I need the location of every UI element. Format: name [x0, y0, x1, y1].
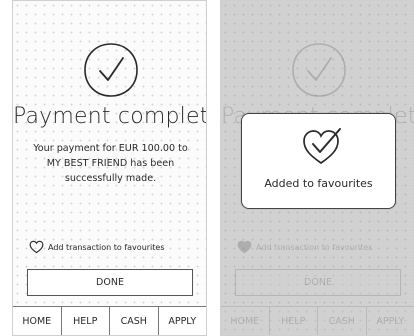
nav-home[interactable]: HOME: [13, 307, 62, 335]
add-to-favourites-toggle[interactable]: Add transaction to favourites: [29, 238, 165, 256]
favourite-added-modal[interactable]: Added to favourites: [241, 113, 396, 209]
heart-check-icon: [303, 128, 341, 165]
heart-icon[interactable]: [29, 240, 44, 254]
bottom-nav: HOME HELP CASH APPLY: [13, 306, 206, 335]
done-button[interactable]: DONE: [27, 269, 193, 296]
favourites-label: Add transaction to favourites: [48, 242, 165, 252]
nav-help[interactable]: HELP: [62, 307, 110, 335]
payment-message: Your payment for EUR 100.00 to MY BEST F…: [33, 143, 188, 184]
page-title: Payment complete!: [13, 104, 206, 129]
favourite-added-screen: Payment complete! Your payment for EUR 1…: [220, 0, 414, 336]
payment-complete-screen: Payment complete! Your payment for EUR 1…: [12, 0, 207, 336]
checkmark-circle-icon: [84, 43, 138, 97]
nav-cash[interactable]: CASH: [110, 307, 159, 335]
modal-message: Added to favourites: [264, 177, 373, 190]
nav-apply[interactable]: APPLY: [159, 307, 207, 335]
